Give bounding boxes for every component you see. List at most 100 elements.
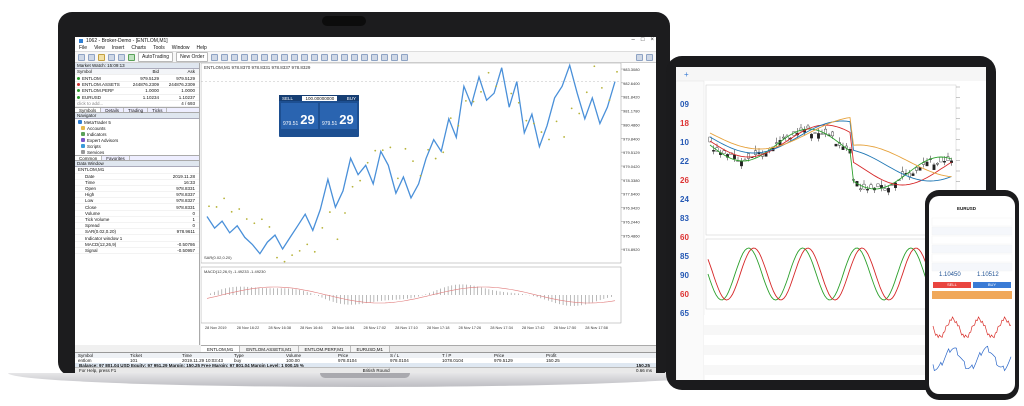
crosshair-icon[interactable] [331,53,339,61]
buy-button[interactable]: 979.51 29 [320,103,357,129]
new-order-button[interactable]: New Order [176,52,209,62]
chart-shift-icon[interactable] [281,53,289,61]
menu-window[interactable]: Window [172,45,190,51]
col-bid[interactable]: Bid [125,69,161,74]
tablet-quote-price[interactable]: 18 [680,119,689,128]
time-tick-label: 28 Nov 17:34 [490,326,513,330]
new-chart-icon[interactable] [78,53,85,61]
candle-chart-icon[interactable] [221,53,229,61]
tablet-quote-price[interactable]: 65 [680,309,689,318]
close-icon[interactable]: × [650,37,654,43]
tablet-quote-price[interactable]: 26 [680,176,689,185]
tablet-quote-price[interactable]: 85 [680,252,689,261]
sell-button[interactable]: 979.51 29 [281,103,318,129]
menu-help[interactable]: Help [197,45,207,51]
price-tick-label: 982.6400 [623,81,640,86]
sar-point [215,206,218,208]
zoom-in-icon[interactable] [241,53,249,61]
candle-body [859,188,862,191]
tablet-quote-price[interactable]: 83 [680,214,689,223]
sar-point [480,90,482,93]
ask-value: 1.0000 [181,88,195,94]
navigator-icon[interactable] [108,53,115,61]
cursor-icon[interactable] [321,53,329,61]
tablet-quote-price[interactable]: 22 [680,157,689,166]
col-symbol[interactable]: Symbol [77,69,125,74]
tablet-quote-price[interactable]: 24 [680,195,689,204]
chart-canvas[interactable]: ENTLOM,M1 978.8370 978.8331 978.8337 978… [200,53,656,345]
sar-point [291,254,294,256]
add-icon[interactable]: + [684,70,689,79]
vertical-line-icon[interactable] [341,53,349,61]
indicators-icon[interactable] [291,53,299,61]
menu-view[interactable]: View [94,45,105,51]
cell-sl[interactable]: 978.0104 [387,358,439,363]
trade-panel-body: 979.51 29 979.51 29 [279,101,359,131]
price-chart[interactable]: ENTLOM,M1 978.8370 978.8331 978.8337 978… [200,53,656,345]
sar-point [359,179,362,182]
volume-input[interactable]: 100.00000000 [302,95,338,101]
sar-point [276,256,278,259]
candle-body [817,133,820,139]
symbol-name: ENTLOM.PERF [82,88,115,94]
account-icon[interactable] [646,53,653,61]
tab-details[interactable]: Details [101,108,125,113]
phone-order-row[interactable] [931,217,1013,227]
zoom-out-icon[interactable] [251,53,259,61]
tablet-quote-price[interactable]: 09 [680,100,689,109]
autoscroll-icon[interactable] [271,53,279,61]
periods-icon[interactable] [301,53,309,61]
col-ask[interactable]: Ask [161,69,197,74]
price-tick-label: 981.1780 [623,109,640,114]
toolbox-icon[interactable] [128,53,135,61]
tab-common[interactable]: Common [75,156,103,161]
menu-tools[interactable]: Tools [153,45,165,51]
tablet-quote-price[interactable]: 90 [680,271,689,280]
channel-icon[interactable] [371,53,379,61]
sar-point [238,208,241,210]
market-watch-icon[interactable] [98,53,105,61]
minimize-icon[interactable]: – [632,37,635,43]
fibonacci-icon[interactable] [381,53,389,61]
phone-order-row[interactable] [931,262,1013,272]
tab-ticks[interactable]: Ticks [148,108,168,113]
menu-insert[interactable]: Insert [112,45,125,51]
text-icon[interactable] [391,53,399,61]
tablet-quote-price[interactable]: 10 [680,138,689,147]
tab-trading[interactable]: Trading [124,108,149,113]
bid-value: 1.10234 [142,94,159,100]
tablet-quote-price[interactable]: 60 [680,233,689,242]
autotrading-button[interactable]: AutoTrading [138,52,174,62]
profiles-icon[interactable] [88,53,95,61]
cell-tp[interactable]: 1078.0104 [439,358,491,363]
menu-file[interactable]: File [79,45,87,51]
sar-point [283,260,286,263]
phone-order-row[interactable] [931,253,1013,263]
grid-icon[interactable] [261,53,269,61]
sar-point [487,71,490,74]
maximize-icon[interactable]: □ [641,37,645,43]
shapes-icon[interactable] [401,53,409,61]
menu-charts[interactable]: Charts [131,45,146,51]
templates-icon[interactable] [311,53,319,61]
symbol-name: ENTLOM.ASSETS [82,81,120,87]
phone-order-row[interactable] [931,226,1013,236]
sar-point [336,238,339,241]
line-chart-icon[interactable] [231,53,239,61]
tab-favorites[interactable]: Favorites [102,156,130,161]
phone-order-row[interactable] [931,235,1013,245]
bar-chart-icon[interactable] [211,53,219,61]
phone-order-row[interactable] [931,244,1013,254]
search-icon[interactable] [636,53,643,61]
tablet-quote-price[interactable]: 60 [680,290,689,299]
price-tick-label: 981.8420 [623,95,640,100]
tab-symbols[interactable]: Symbols [75,108,102,113]
price-tick-label: 977.6400 [623,192,640,197]
trendline-icon[interactable] [361,53,369,61]
sell-label[interactable]: SELL [282,96,293,101]
data-window-icon[interactable] [118,53,125,61]
scripts-folder-icon [81,144,85,149]
horizontal-line-icon[interactable] [351,53,359,61]
phone-chart[interactable] [929,196,1015,394]
buy-label[interactable]: BUY [347,96,356,101]
